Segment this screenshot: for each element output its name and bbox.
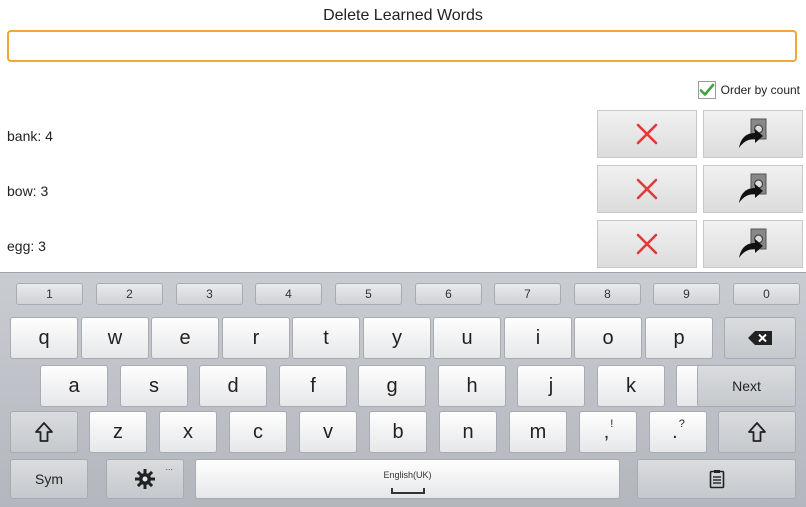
key-7[interactable]: 7: [494, 283, 561, 305]
space-key-language-label: English(UK): [383, 470, 432, 480]
key-y[interactable]: y: [363, 317, 431, 359]
key-w[interactable]: w: [81, 317, 149, 359]
export-word-button[interactable]: [703, 165, 803, 213]
key-3[interactable]: 3: [176, 283, 243, 305]
key-2[interactable]: 2: [96, 283, 163, 305]
key-j[interactable]: j: [517, 365, 585, 407]
delete-word-button[interactable]: [597, 165, 697, 213]
word-label: egg: 3: [7, 238, 46, 254]
list-item: egg: 3: [0, 220, 806, 272]
settings-more-indicator: ...: [165, 462, 173, 472]
backspace-icon: [748, 331, 772, 345]
key-g[interactable]: g: [358, 365, 426, 407]
export-arrow-icon: [739, 173, 767, 203]
sym-key[interactable]: Sym: [10, 459, 88, 499]
on-screen-keyboard: 1 2 3 4 5 6 7 8 9 0 z x c v b n m ,! .? …: [0, 272, 806, 507]
page-title: Delete Learned Words: [323, 7, 483, 24]
key-p[interactable]: p: [645, 317, 713, 359]
period-key[interactable]: .?: [649, 411, 707, 453]
red-x-icon: [636, 178, 658, 200]
key-a[interactable]: a: [40, 365, 108, 407]
comma-key[interactable]: ,!: [579, 411, 637, 453]
period-label: .: [672, 420, 678, 443]
key-u[interactable]: u: [433, 317, 501, 359]
list-item: bow: 3: [0, 165, 806, 217]
gear-icon: [135, 469, 155, 489]
key-8[interactable]: 8: [574, 283, 641, 305]
key-b[interactable]: b: [369, 411, 427, 453]
word-label: bank: 4: [7, 128, 53, 144]
export-arrow-icon: [739, 118, 767, 148]
delete-word-button[interactable]: [597, 220, 697, 268]
check-icon: [699, 83, 714, 96]
key-r[interactable]: r: [222, 317, 290, 359]
key-z[interactable]: z: [89, 411, 147, 453]
export-word-button[interactable]: [703, 110, 803, 158]
shift-right-key[interactable]: [718, 411, 796, 453]
shift-arrow-icon: [35, 422, 53, 442]
key-4[interactable]: 4: [255, 283, 322, 305]
key-o[interactable]: o: [574, 317, 642, 359]
key-q[interactable]: q: [10, 317, 78, 359]
delete-word-button[interactable]: [597, 110, 697, 158]
key-i[interactable]: i: [504, 317, 572, 359]
comma-secondary-label: !: [610, 418, 614, 430]
comma-label: ,: [603, 420, 610, 443]
key-e[interactable]: e: [151, 317, 219, 359]
settings-key[interactable]: ...: [106, 459, 184, 499]
key-0[interactable]: 0: [733, 283, 800, 305]
key-c[interactable]: c: [229, 411, 287, 453]
space-key[interactable]: English(UK): [195, 459, 620, 499]
list-item: bank: 4: [0, 110, 806, 162]
backspace-key[interactable]: [724, 317, 796, 359]
order-by-count-toggle[interactable]: Order by count: [697, 78, 800, 102]
space-bar-icon: [390, 488, 425, 494]
key-s[interactable]: s: [120, 365, 188, 407]
next-key[interactable]: Next: [697, 365, 796, 407]
shift-arrow-icon: [748, 422, 766, 442]
export-arrow-icon: [739, 228, 767, 258]
red-x-icon: [636, 233, 658, 255]
key-5[interactable]: 5: [335, 283, 402, 305]
key-1[interactable]: 1: [16, 283, 83, 305]
key-h[interactable]: h: [438, 365, 506, 407]
key-f[interactable]: f: [279, 365, 347, 407]
order-by-count-label: Order by count: [720, 83, 800, 97]
period-secondary-label: ?: [678, 418, 685, 430]
key-n[interactable]: n: [439, 411, 497, 453]
red-x-icon: [636, 123, 658, 145]
clipboard-icon: [709, 470, 724, 489]
word-label: bow: 3: [7, 183, 49, 199]
key-d[interactable]: d: [199, 365, 267, 407]
clipboard-key[interactable]: [637, 459, 796, 499]
export-word-button[interactable]: [703, 220, 803, 268]
order-by-count-checkbox[interactable]: [697, 81, 716, 99]
key-m[interactable]: m: [509, 411, 567, 453]
key-6[interactable]: 6: [415, 283, 482, 305]
key-k[interactable]: k: [597, 365, 665, 407]
key-x[interactable]: x: [159, 411, 217, 453]
key-v[interactable]: v: [299, 411, 357, 453]
key-t[interactable]: t: [292, 317, 360, 359]
search-input[interactable]: [7, 30, 797, 62]
key-9[interactable]: 9: [653, 283, 720, 305]
shift-left-key[interactable]: [10, 411, 78, 453]
